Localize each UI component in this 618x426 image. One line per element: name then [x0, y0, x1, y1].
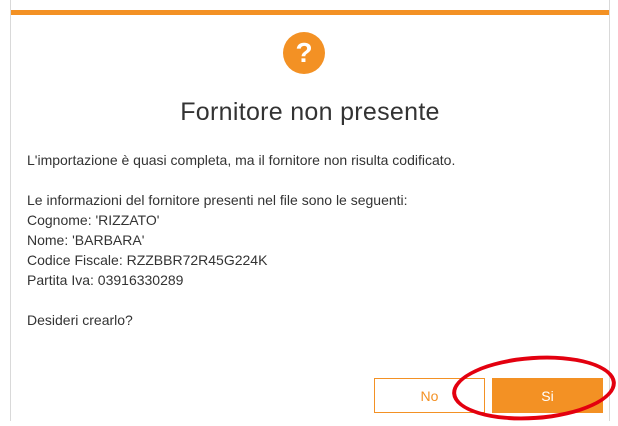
no-button[interactable]: No: [374, 378, 485, 413]
info-header-text: Le informazioni del fornitore presenti n…: [27, 192, 408, 208]
si-button[interactable]: Si: [492, 378, 603, 413]
nome-text: Nome: 'BARBARA': [27, 232, 145, 248]
question-text: Desideri crearlo?: [27, 312, 133, 328]
intro-text: L'importazione è quasi completa, ma il f…: [27, 152, 456, 168]
dialog-message: L'importazione è quasi completa, ma il f…: [27, 150, 597, 330]
question-icon: ?: [283, 32, 325, 74]
dialog-title: Fornitore non presente: [180, 98, 440, 126]
dialog-accent-bar: [11, 10, 609, 15]
partita-iva-text: Partita Iva: 03916330289: [27, 272, 184, 288]
codice-fiscale-text: Codice Fiscale: RZZBBR72R45G224K: [27, 252, 268, 268]
supplier-missing-dialog: ? Fornitore non presente L'importazione …: [10, 0, 610, 421]
cognome-text: Cognome: 'RIZZATO': [27, 212, 160, 228]
